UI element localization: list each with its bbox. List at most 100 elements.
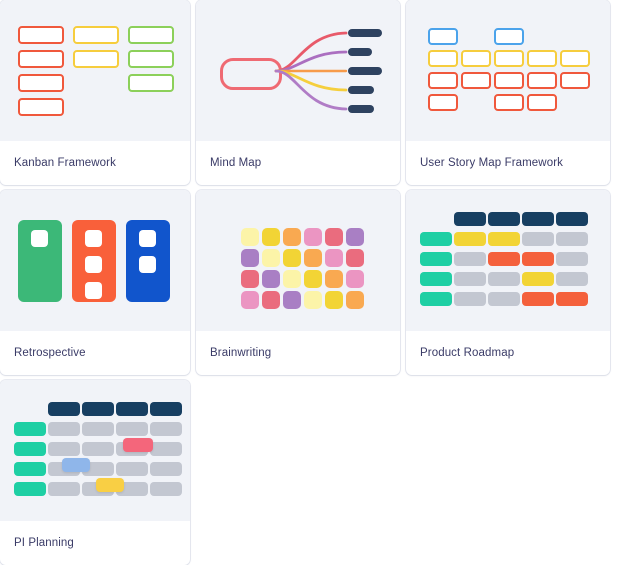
brainwriting-note (241, 270, 259, 288)
roadmap-cell (14, 462, 46, 476)
roadmap-cell (420, 292, 452, 306)
template-thumbnail[interactable] (0, 190, 190, 331)
retro-note (139, 230, 156, 247)
mindmap-leaf-node (348, 86, 374, 94)
brainwriting-note (304, 228, 322, 246)
template-title: Kanban Framework (14, 157, 116, 169)
retro-column (18, 220, 62, 302)
kanban-card (18, 50, 64, 68)
kanban-card (128, 26, 174, 44)
roadmap-header-cell (454, 212, 486, 226)
roadmap-cell (488, 292, 520, 306)
template-thumbnail[interactable] (0, 380, 190, 521)
kanban-illustration (0, 0, 190, 141)
roadmap-cell (522, 292, 554, 306)
roadmap-cell (116, 422, 148, 436)
retro-note (85, 256, 102, 273)
roadmap-cell (150, 422, 182, 436)
story-card (494, 94, 524, 111)
roadmap-header-cell (48, 402, 80, 416)
template-title: User Story Map Framework (420, 157, 563, 169)
roadmap-cell (14, 422, 46, 436)
roadmap-header-cell (150, 402, 182, 416)
roadmap-cell (488, 272, 520, 286)
roadmap-cell (556, 272, 588, 286)
brainwriting-note (262, 249, 280, 267)
template-card-kanban-framework[interactable]: Kanban Framework (0, 0, 190, 185)
template-thumbnail[interactable] (196, 0, 400, 141)
user-story-map-illustration (406, 0, 610, 141)
retro-note (139, 256, 156, 273)
story-card (461, 50, 491, 67)
template-thumbnail[interactable] (0, 0, 190, 141)
template-card-brainwriting[interactable]: Brainwriting (196, 190, 400, 375)
roadmap-cell (454, 272, 486, 286)
roadmap-cell (420, 232, 452, 246)
template-thumbnail[interactable] (406, 0, 610, 141)
mindmap-leaf-node (348, 48, 372, 56)
story-card (428, 94, 458, 111)
template-thumbnail[interactable] (196, 190, 400, 331)
story-card (428, 50, 458, 67)
brainwriting-note (325, 249, 343, 267)
template-card-retrospective[interactable]: Retrospective (0, 190, 190, 375)
roadmap-cell (420, 252, 452, 266)
roadmap-cell (48, 482, 80, 496)
template-card-product-roadmap[interactable]: Product Roadmap (406, 190, 610, 375)
story-card (560, 72, 590, 89)
brainwriting-note (325, 228, 343, 246)
roadmap-cell (454, 252, 486, 266)
mindmap-leaf-node (348, 67, 382, 75)
product-roadmap-illustration (406, 190, 610, 331)
roadmap-cell (454, 232, 486, 246)
story-card (494, 72, 524, 89)
brainwriting-note (241, 291, 259, 309)
template-card-user-story-map-framework[interactable]: User Story Map Framework (406, 0, 610, 185)
pi-planning-illustration (0, 380, 190, 521)
story-card (527, 72, 557, 89)
mindmap-leaf-node (348, 29, 382, 37)
brainwriting-note (262, 270, 280, 288)
pi-planning-feature-card (123, 438, 153, 452)
kanban-card (73, 50, 119, 68)
story-card (428, 72, 458, 89)
roadmap-cell (48, 422, 80, 436)
roadmap-cell (116, 462, 148, 476)
roadmap-cell (420, 272, 452, 286)
brainwriting-note (241, 228, 259, 246)
template-card-mind-map[interactable]: Mind Map (196, 0, 400, 185)
pi-planning-feature-card (62, 458, 90, 472)
brainwriting-note (262, 228, 280, 246)
template-title: Mind Map (210, 157, 262, 169)
retro-column (126, 220, 170, 302)
roadmap-cell (522, 232, 554, 246)
roadmap-header-cell (556, 212, 588, 226)
kanban-card (73, 26, 119, 44)
roadmap-cell (556, 232, 588, 246)
roadmap-cell (150, 482, 182, 496)
template-title: PI Planning (14, 537, 74, 549)
story-card (527, 94, 557, 111)
template-card-pi-planning[interactable]: PI Planning (0, 380, 190, 565)
story-card (461, 72, 491, 89)
retro-note (31, 230, 48, 247)
mindmap-leaf-node (348, 105, 374, 113)
template-thumbnail[interactable] (406, 190, 610, 331)
roadmap-cell (48, 442, 80, 456)
retrospective-illustration (0, 190, 190, 331)
template-title: Brainwriting (210, 347, 272, 359)
story-card (527, 50, 557, 67)
roadmap-cell (488, 252, 520, 266)
brainwriting-note (346, 228, 364, 246)
roadmap-cell (556, 252, 588, 266)
story-card (560, 50, 590, 67)
mindmap-illustration (196, 0, 400, 141)
roadmap-cell (14, 442, 46, 456)
story-card (494, 50, 524, 67)
retro-note (85, 282, 102, 299)
roadmap-cell (522, 272, 554, 286)
brainwriting-note (325, 270, 343, 288)
template-gallery-grid: Kanban Framework Mind Map User Story Map F… (0, 0, 620, 565)
brainwriting-note (304, 291, 322, 309)
roadmap-cell (488, 232, 520, 246)
